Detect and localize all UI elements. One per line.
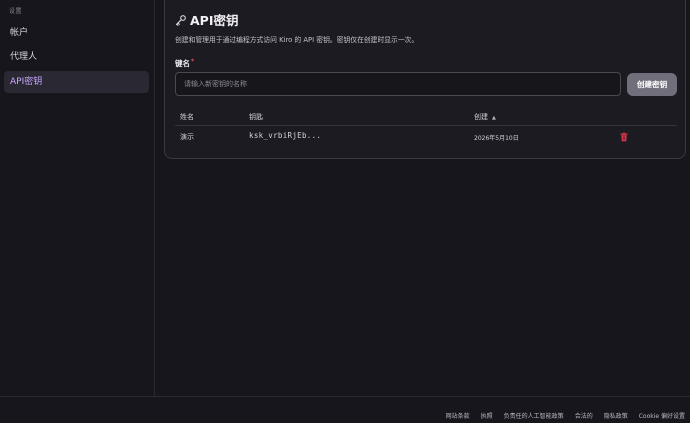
sort-ascending-icon: ▲	[492, 115, 496, 121]
row-created-date: 2026年5月10日	[474, 135, 519, 142]
key-name-label-text: 键名	[175, 59, 190, 68]
footer-link-cookie-preferences[interactable]: Cookie 偏好设置	[639, 411, 685, 420]
page-footer: 网站条款 执照 负责任的人工智能政策 合法的 隐私政策 Cookie 偏好设置	[0, 396, 690, 423]
page-description: 创建和管理用于通过编程方式访问 Kiro 的 API 密钥。密钥仅在创建时显示一…	[175, 36, 419, 44]
create-key-button[interactable]: 创建密钥	[627, 73, 677, 96]
column-header-created-label: 创建	[474, 113, 488, 121]
app-window: 设置 帐户 代理人 API密钥 API密钥 创建和管理用于通过编程方式访问 Ki…	[0, 0, 690, 423]
column-header-created[interactable]: 创建 ▲	[474, 112, 496, 122]
trash-icon[interactable]	[619, 132, 629, 142]
api-keys-card: API密钥 创建和管理用于通过编程方式访问 Kiro 的 API 密钥。密钥仅在…	[164, 0, 686, 159]
sidebar-item-agents[interactable]: 代理人	[4, 46, 149, 68]
sidebar-section-label: 设置	[9, 8, 23, 15]
required-mark: *	[191, 58, 195, 65]
sidebar-item-account[interactable]: 帐户	[4, 22, 149, 44]
footer-link-privacy[interactable]: 隐私政策	[604, 411, 628, 420]
table-divider	[175, 125, 677, 126]
footer-link-responsible-ai[interactable]: 负责任的人工智能政策	[504, 411, 564, 420]
column-header-key[interactable]: 钥匙	[249, 112, 263, 122]
page-title: API密钥	[190, 13, 239, 28]
sidebar-item-api-keys[interactable]: API密钥	[4, 71, 149, 93]
key-name-input[interactable]	[175, 72, 621, 96]
footer-links: 网站条款 执照 负责任的人工智能政策 合法的 隐私政策 Cookie 偏好设置	[446, 411, 685, 420]
key-name-label: 键名*	[175, 58, 194, 69]
footer-link-license[interactable]: 执照	[481, 411, 493, 420]
row-name: 演示	[180, 133, 194, 141]
settings-sidebar: 设置 帐户 代理人 API密钥	[0, 0, 155, 396]
key-icon	[175, 14, 187, 26]
column-header-name[interactable]: 姓名	[180, 112, 194, 122]
row-key: ksk_vrbiRjEb...	[249, 131, 322, 140]
card-header: API密钥	[175, 10, 239, 29]
footer-link-site-terms[interactable]: 网站条款	[446, 411, 470, 420]
footer-link-legal[interactable]: 合法的	[575, 411, 593, 420]
